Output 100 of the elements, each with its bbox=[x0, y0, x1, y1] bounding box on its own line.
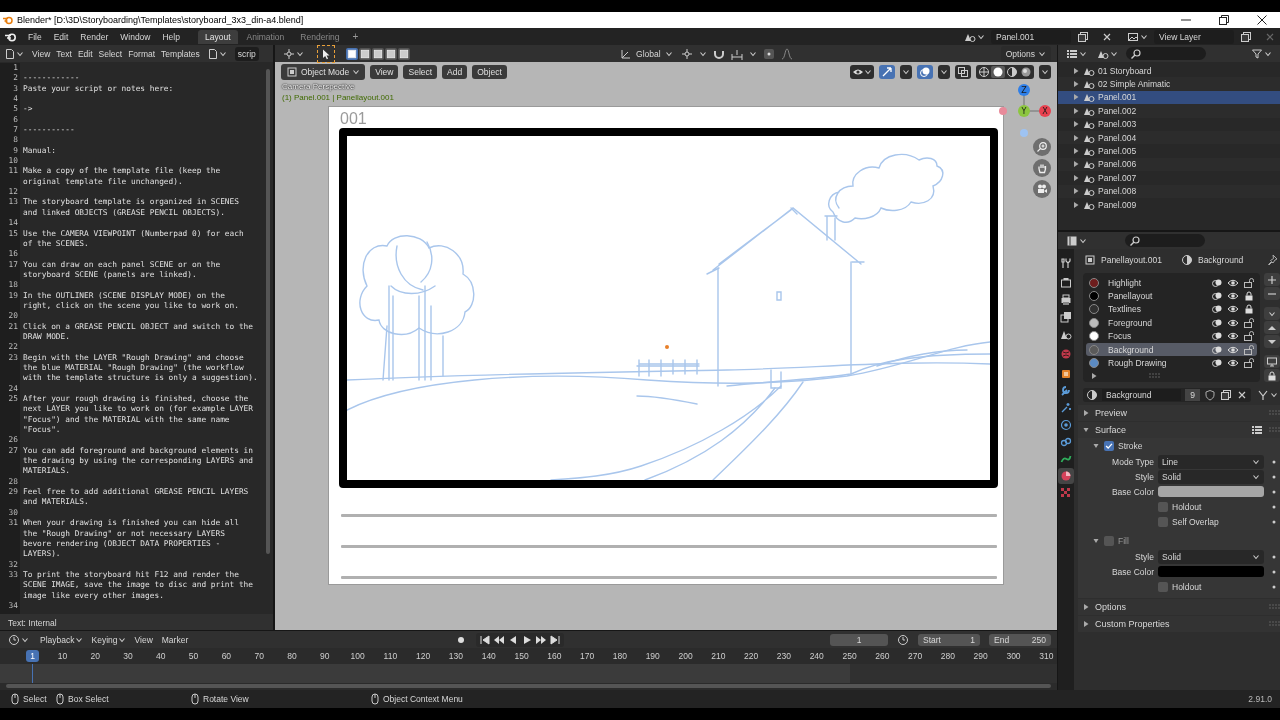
gizmo-toggle[interactable] bbox=[879, 64, 895, 79]
sphere-icon[interactable] bbox=[1058, 468, 1074, 484]
menu-item[interactable]: View bbox=[134, 634, 153, 645]
expand-arrow-icon[interactable] bbox=[1082, 618, 1090, 630]
menu-item[interactable]: Keying bbox=[91, 633, 126, 646]
menu-item[interactable]: Edit bbox=[77, 48, 93, 59]
menu-button[interactable]: Object bbox=[472, 64, 507, 79]
material-slot[interactable]: Background bbox=[1086, 342, 1257, 357]
subpanel-header[interactable]: Stroke bbox=[1078, 438, 1280, 454]
orbit-icon[interactable] bbox=[1058, 417, 1074, 433]
image-stack-icon[interactable] bbox=[1058, 309, 1074, 325]
editor-type-selector[interactable] bbox=[6, 632, 31, 647]
menu-item[interactable]: Window bbox=[120, 31, 151, 42]
rewind-icon[interactable] bbox=[492, 633, 505, 646]
menu-item[interactable]: Select bbox=[98, 48, 123, 59]
xray-toggle[interactable] bbox=[955, 64, 971, 79]
onion-skin-icon[interactable] bbox=[1211, 357, 1223, 370]
monitor-button[interactable] bbox=[1264, 355, 1280, 368]
plus-button[interactable] bbox=[1264, 273, 1280, 286]
chevron-dropdown[interactable] bbox=[938, 64, 950, 79]
material-field[interactable]: Background 9 bbox=[1083, 388, 1251, 402]
shading-button[interactable] bbox=[977, 65, 991, 78]
select-tool-icon[interactable] bbox=[320, 47, 332, 60]
skip-start-icon[interactable] bbox=[478, 633, 491, 646]
shading-button[interactable] bbox=[1005, 65, 1019, 78]
menu-item[interactable]: Help bbox=[162, 31, 180, 42]
dropdown[interactable]: Solid bbox=[1158, 469, 1264, 484]
menu-item[interactable]: Edit bbox=[53, 31, 69, 42]
copy-icon[interactable] bbox=[1240, 30, 1252, 43]
close-icon[interactable] bbox=[1236, 389, 1248, 401]
pin-icon[interactable] bbox=[1266, 254, 1278, 266]
selection-mode-icon[interactable] bbox=[346, 47, 358, 60]
material-slot[interactable]: Rough Drawing bbox=[1086, 356, 1257, 370]
onion-skin-icon[interactable] bbox=[1211, 290, 1223, 303]
pivot-selector[interactable] bbox=[281, 46, 306, 61]
unlocked-icon[interactable] bbox=[1243, 357, 1255, 370]
color-swatch[interactable] bbox=[1158, 486, 1264, 497]
panel-header[interactable]: Surface bbox=[1078, 422, 1280, 438]
tools-icon[interactable] bbox=[1058, 255, 1074, 271]
checkbox[interactable] bbox=[1158, 516, 1168, 527]
shield-icon[interactable] bbox=[1204, 389, 1216, 401]
checkbox[interactable] bbox=[1104, 441, 1114, 451]
text-name-field[interactable]: scrip bbox=[234, 46, 259, 61]
material-slot[interactable]: Focus bbox=[1086, 329, 1257, 343]
material-slot[interactable]: Panellayout bbox=[1086, 289, 1257, 303]
lock-icon[interactable] bbox=[1243, 290, 1255, 303]
material-slot[interactable]: Textlines bbox=[1086, 302, 1257, 317]
frame-field[interactable]: 1 bbox=[830, 633, 888, 646]
shading-dropdown[interactable] bbox=[1039, 64, 1051, 79]
subpanel-header[interactable]: Fill bbox=[1078, 533, 1280, 549]
fast-forward-icon[interactable] bbox=[534, 633, 547, 646]
onion-skin-icon[interactable] bbox=[1211, 330, 1223, 343]
checkbox[interactable] bbox=[1158, 581, 1168, 592]
unlocked-icon[interactable] bbox=[1243, 343, 1255, 356]
outliner-item[interactable]: Panel.009 bbox=[1058, 197, 1280, 212]
dropdown[interactable]: Line bbox=[1158, 454, 1264, 469]
menu-button[interactable]: Add bbox=[442, 64, 468, 79]
camera-button[interactable] bbox=[1033, 180, 1051, 198]
search-field[interactable] bbox=[1126, 47, 1206, 60]
resize-grip-icon[interactable] bbox=[1148, 371, 1160, 380]
material-slot[interactable]: Foreground bbox=[1086, 316, 1257, 330]
outliner-item[interactable]: 02 Simple Animatic bbox=[1058, 77, 1280, 91]
selection-mode-icon[interactable] bbox=[359, 47, 371, 60]
falloff-curve-icon[interactable] bbox=[780, 47, 793, 60]
outliner-item[interactable]: Panel.003 bbox=[1058, 117, 1280, 131]
visibility-dropdown[interactable] bbox=[850, 64, 874, 79]
restore-icon[interactable] bbox=[1218, 14, 1230, 26]
unlocked-icon[interactable] bbox=[1243, 330, 1255, 343]
selection-mode-icon[interactable] bbox=[398, 47, 410, 60]
menu-item[interactable]: Text bbox=[56, 48, 72, 59]
hand-button[interactable] bbox=[1033, 159, 1051, 177]
unlocked-icon[interactable] bbox=[1243, 276, 1255, 289]
onion-skin-icon[interactable] bbox=[1211, 303, 1223, 316]
proportional-icon[interactable] bbox=[762, 47, 775, 60]
pivot-icon[interactable] bbox=[680, 47, 693, 60]
add-workspace-button[interactable]: + bbox=[348, 31, 363, 42]
color-swatch[interactable] bbox=[1158, 566, 1264, 577]
outliner-item[interactable]: 01 Storyboard bbox=[1058, 64, 1280, 78]
selection-mode-icon[interactable] bbox=[385, 47, 397, 60]
menu-button[interactable]: View bbox=[370, 64, 399, 79]
menu-item[interactable]: Render bbox=[80, 31, 109, 42]
shading-button[interactable] bbox=[1019, 65, 1033, 78]
expand-arrow-icon[interactable] bbox=[1082, 407, 1090, 419]
menu-item[interactable]: File bbox=[28, 31, 42, 42]
overlay-toggle[interactable] bbox=[917, 64, 933, 79]
snap-icon[interactable] bbox=[730, 47, 743, 60]
panel-header[interactable]: Options bbox=[1078, 599, 1280, 615]
selection-mode-icon[interactable] bbox=[372, 47, 384, 60]
close-icon[interactable] bbox=[1256, 14, 1268, 26]
workspace-tab[interactable]: Layout bbox=[197, 29, 238, 44]
camera-back-icon[interactable] bbox=[1058, 275, 1074, 291]
up-arrow-button[interactable] bbox=[1264, 321, 1280, 334]
outliner-item[interactable]: Panel.005 bbox=[1058, 144, 1280, 158]
menu-item[interactable]: Templates bbox=[161, 48, 200, 59]
skip-end-icon[interactable] bbox=[548, 633, 561, 646]
menu-item[interactable]: Playback bbox=[40, 633, 83, 646]
outliner-item[interactable]: Panel.006 bbox=[1058, 157, 1280, 172]
lock-icon[interactable] bbox=[1243, 303, 1255, 316]
orientation-dropdown[interactable]: Global bbox=[618, 46, 675, 61]
panel-header[interactable]: Preview bbox=[1078, 405, 1280, 421]
